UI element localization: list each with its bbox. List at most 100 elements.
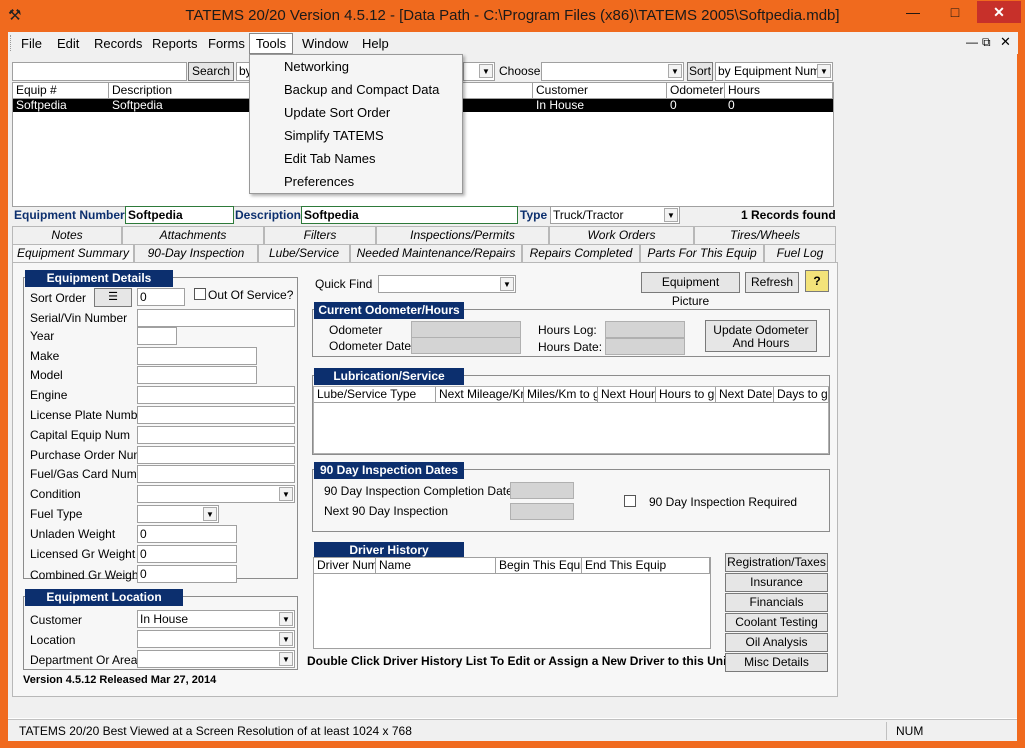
description-field[interactable]: Softpedia: [301, 206, 518, 224]
driver-col-name[interactable]: Name: [376, 558, 496, 574]
type-combo[interactable]: Truck/Tractor ▼: [550, 206, 680, 224]
insurance-button[interactable]: Insurance: [725, 573, 828, 592]
menu-item-simplify[interactable]: Simplify TATEMS: [284, 128, 384, 143]
license-plate-field[interactable]: [137, 406, 295, 424]
fuel-card-field[interactable]: [137, 465, 295, 483]
equipment-number-field[interactable]: Softpedia: [125, 206, 234, 224]
purchase-order-field[interactable]: [137, 446, 295, 464]
tab-work-orders[interactable]: Work Orders: [549, 226, 694, 244]
sort-order-field[interactable]: 0: [137, 288, 185, 306]
tab-fuel-log[interactable]: Fuel Log: [764, 244, 836, 262]
mdi-close-icon[interactable]: ✕: [1000, 34, 1011, 50]
filter-combo[interactable]: ▼: [463, 62, 495, 81]
quick-find-combo[interactable]: ▼: [378, 275, 516, 293]
menu-item-preferences[interactable]: Preferences: [284, 174, 354, 189]
search-button[interactable]: Search: [188, 62, 234, 81]
driver-col-begin[interactable]: Begin This Equip: [496, 558, 582, 574]
tab-parts-for-this-equip[interactable]: Parts For This Equip: [640, 244, 764, 262]
financials-button[interactable]: Financials: [725, 593, 828, 612]
grid-header-customer[interactable]: Customer: [533, 83, 667, 99]
close-icon[interactable]: ✕: [977, 1, 1021, 23]
mdi-minimize-icon[interactable]: —: [966, 35, 978, 49]
inspection-completion-field[interactable]: [510, 482, 574, 499]
menu-file[interactable]: File: [17, 35, 46, 53]
tab-attachments[interactable]: Attachments: [122, 226, 264, 244]
year-field[interactable]: [137, 327, 177, 345]
registration-taxes-button[interactable]: Registration/Taxes: [725, 553, 828, 572]
sort-button[interactable]: Sort: [687, 62, 713, 81]
condition-combo[interactable]: ▼: [137, 485, 295, 503]
odometer-date-field[interactable]: [411, 337, 521, 354]
tab-needed-maintenance[interactable]: Needed Maintenance/Repairs: [350, 244, 522, 262]
menu-tools[interactable]: Tools: [249, 33, 293, 54]
tab-notes[interactable]: Notes: [12, 226, 122, 244]
choose-combo[interactable]: ▼: [541, 62, 684, 81]
capital-equip-field[interactable]: [137, 426, 295, 444]
menu-window[interactable]: Window: [298, 35, 352, 53]
tab-repairs-completed[interactable]: Repairs Completed: [522, 244, 640, 262]
hours-date-field[interactable]: [605, 338, 685, 355]
fuel-type-combo[interactable]: ▼: [137, 505, 219, 523]
engine-field[interactable]: [137, 386, 295, 404]
sort-combo[interactable]: by Equipment Num ▼: [715, 62, 833, 81]
tab-inspections-permits[interactable]: Inspections/Permits: [376, 226, 549, 244]
next-inspection-field[interactable]: [510, 503, 574, 520]
tab-tires-wheels[interactable]: Tires/Wheels: [694, 226, 836, 244]
odometer-field[interactable]: [411, 321, 521, 338]
make-field[interactable]: [137, 347, 257, 365]
grid-header-hours[interactable]: Hours: [725, 83, 833, 99]
department-combo[interactable]: ▼: [137, 650, 295, 668]
tab-filters[interactable]: Filters: [264, 226, 376, 244]
serial-field[interactable]: [137, 309, 295, 327]
lube-col-next-hours[interactable]: Next Hours: [598, 387, 656, 403]
combined-weight-field[interactable]: 0: [137, 565, 237, 583]
sort-order-list-icon[interactable]: ☰: [94, 288, 132, 307]
update-odometer-button[interactable]: Update Odometer And Hours: [705, 320, 817, 352]
misc-details-button[interactable]: Misc Details: [725, 653, 828, 672]
search-input[interactable]: [12, 62, 187, 81]
lube-col-miles-to-go[interactable]: Miles/Km to go: [524, 387, 598, 403]
menu-item-backup[interactable]: Backup and Compact Data: [284, 82, 439, 97]
inspection-required-checkbox[interactable]: [624, 495, 636, 507]
menu-help[interactable]: Help: [358, 35, 393, 53]
lube-col-next-mileage[interactable]: Next Mileage/Km: [436, 387, 524, 403]
chevron-down-icon: ▼: [817, 64, 831, 78]
menu-forms[interactable]: Forms: [204, 35, 249, 53]
location-combo[interactable]: ▼: [137, 630, 295, 648]
lube-col-type[interactable]: Lube/Service Type: [314, 387, 436, 403]
equipment-picture-button[interactable]: Equipment Picture: [641, 272, 740, 308]
coolant-testing-button[interactable]: Coolant Testing: [725, 613, 828, 632]
customer-combo[interactable]: In House ▼: [137, 610, 295, 628]
out-of-service-checkbox[interactable]: [194, 288, 206, 300]
tab-lube-service[interactable]: Lube/Service: [258, 244, 350, 262]
refresh-button[interactable]: Refresh: [745, 272, 799, 293]
tab-equipment-summary[interactable]: Equipment Summary: [12, 244, 134, 263]
type-label: Type: [520, 208, 548, 222]
licensed-weight-label: Licensed Gr Weight: [30, 547, 136, 561]
driver-col-end[interactable]: End This Equip: [582, 558, 710, 574]
minimize-icon[interactable]: —: [893, 1, 933, 23]
lube-col-hours-to-go[interactable]: Hours to go: [656, 387, 716, 403]
model-field[interactable]: [137, 366, 257, 384]
mdi-restore-icon[interactable]: ⧉: [982, 35, 991, 50]
lube-service-list[interactable]: Lube/Service Type Next Mileage/Km Miles/…: [313, 386, 829, 454]
menu-reports[interactable]: Reports: [148, 35, 202, 53]
unladen-weight-field[interactable]: 0: [137, 525, 237, 543]
driver-history-list[interactable]: Driver Num Name Begin This Equip End Thi…: [313, 557, 711, 649]
grid-header-equip[interactable]: Equip #: [13, 83, 109, 99]
menu-edit[interactable]: Edit: [53, 35, 83, 53]
licensed-weight-field[interactable]: 0: [137, 545, 237, 563]
menu-records[interactable]: Records: [90, 35, 146, 53]
grid-header-odometer[interactable]: Odometer: [667, 83, 725, 99]
driver-col-num[interactable]: Driver Num: [314, 558, 376, 574]
lube-col-next-date[interactable]: Next Date: [716, 387, 774, 403]
menu-item-edit-tab-names[interactable]: Edit Tab Names: [284, 151, 376, 166]
tab-90-day-inspection[interactable]: 90-Day Inspection: [134, 244, 258, 262]
menu-item-networking[interactable]: Networking: [284, 59, 349, 74]
maximize-icon[interactable]: □: [935, 1, 975, 23]
hours-log-field[interactable]: [605, 321, 685, 338]
oil-analysis-button[interactable]: Oil Analysis: [725, 633, 828, 652]
menu-item-update-sort[interactable]: Update Sort Order: [284, 105, 390, 120]
lube-col-days-to-go[interactable]: Days to go: [774, 387, 829, 403]
help-icon[interactable]: ?: [805, 270, 829, 292]
